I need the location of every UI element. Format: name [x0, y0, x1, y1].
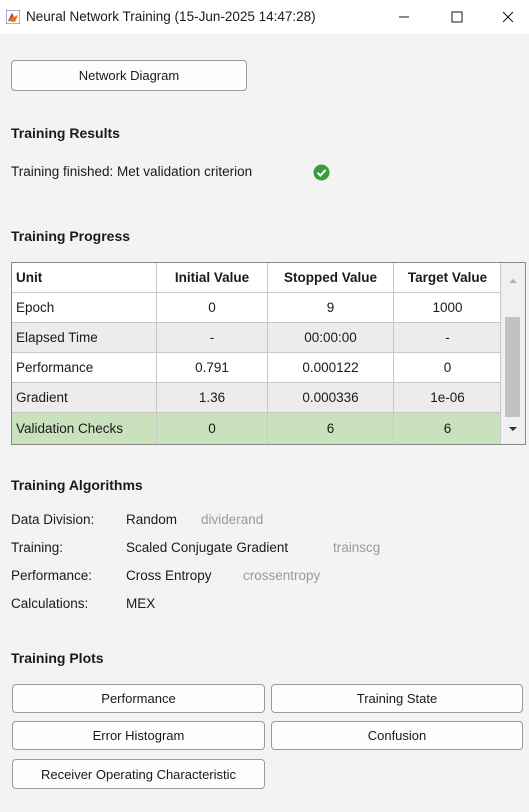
- table-row: Elapsed Time - 00:00:00 -: [12, 323, 502, 353]
- algo-value-calculations: MEX: [126, 596, 156, 611]
- training-results-heading: Training Results: [11, 125, 120, 141]
- row-target: 0: [394, 353, 502, 383]
- column-header-initial: Initial Value: [157, 263, 268, 293]
- table-row-highlighted: Validation Checks 0 6 6: [12, 413, 502, 444]
- table-row: Gradient 1.36 0.000336 1e-06: [12, 383, 502, 413]
- row-stopped: 0.000336: [268, 383, 394, 413]
- row-initial: -: [157, 323, 268, 353]
- row-initial: 0: [157, 413, 268, 443]
- column-header-stopped: Stopped Value: [268, 263, 394, 293]
- algo-func-training: trainscg: [333, 540, 381, 555]
- minimize-button[interactable]: [381, 0, 427, 34]
- column-header-target: Target Value: [394, 263, 502, 293]
- matlab-icon: [6, 10, 20, 24]
- row-stopped: 9: [268, 293, 394, 323]
- scrollbar-thumb[interactable]: [505, 317, 520, 417]
- algo-func-performance: crossentropy: [243, 568, 321, 583]
- algo-value-data-division: Random: [126, 512, 178, 527]
- table-scrollbar[interactable]: [500, 263, 525, 444]
- row-initial: 1.36: [157, 383, 268, 413]
- row-initial: 0: [157, 293, 268, 323]
- row-unit: Epoch: [12, 293, 157, 323]
- minimize-icon: [399, 16, 409, 18]
- row-unit: Elapsed Time: [12, 323, 157, 353]
- close-icon: [502, 11, 514, 23]
- row-unit: Gradient: [12, 383, 157, 413]
- training-progress-heading: Training Progress: [11, 228, 131, 244]
- close-button[interactable]: [487, 0, 529, 34]
- algo-value-training: Scaled Conjugate Gradient: [126, 540, 289, 555]
- check-circle-icon: [313, 164, 330, 181]
- window-title: Neural Network Training (15-Jun-2025 14:…: [26, 9, 316, 24]
- title-bar: Neural Network Training (15-Jun-2025 14:…: [0, 0, 529, 34]
- row-initial: 0.791: [157, 353, 268, 383]
- row-unit: Performance: [12, 353, 157, 383]
- maximize-button[interactable]: [434, 0, 480, 34]
- row-target: 1e-06: [394, 383, 502, 413]
- algo-label-training: Training:: [11, 540, 64, 555]
- network-diagram-button[interactable]: Network Diagram: [11, 60, 247, 91]
- training-plots-heading: Training Plots: [11, 650, 104, 666]
- roc-plot-button[interactable]: Receiver Operating Characteristic: [12, 759, 265, 789]
- row-stopped: 0.000122: [268, 353, 394, 383]
- row-stopped: 6: [268, 413, 394, 443]
- confusion-plot-button[interactable]: Confusion: [271, 721, 523, 750]
- algo-label-data-division: Data Division:: [11, 512, 95, 527]
- row-target: -: [394, 323, 502, 353]
- training-progress-table: Unit Initial Value Stopped Value Target …: [11, 262, 526, 445]
- training-state-plot-button[interactable]: Training State: [271, 684, 523, 713]
- table-header-row: Unit Initial Value Stopped Value Target …: [12, 263, 502, 293]
- row-stopped: 00:00:00: [268, 323, 394, 353]
- scroll-down-icon[interactable]: [507, 425, 519, 433]
- algo-label-performance: Performance:: [11, 568, 93, 583]
- algo-value-performance: Cross Entropy: [126, 568, 212, 583]
- scroll-up-icon[interactable]: [507, 277, 519, 285]
- row-target: 6: [394, 413, 502, 443]
- row-unit: Validation Checks: [12, 413, 157, 443]
- algo-func-data-division: dividerand: [201, 512, 264, 527]
- error-histogram-plot-button[interactable]: Error Histogram: [12, 721, 265, 750]
- maximize-icon: [451, 11, 463, 23]
- algo-label-calculations: Calculations:: [11, 596, 89, 611]
- column-header-unit: Unit: [12, 263, 157, 293]
- training-algorithms-heading: Training Algorithms: [11, 477, 143, 493]
- performance-plot-button[interactable]: Performance: [12, 684, 265, 713]
- table-row: Epoch 0 9 1000: [12, 293, 502, 323]
- training-status-text: Training finished: Met validation criter…: [11, 164, 253, 179]
- table-row: Performance 0.791 0.000122 0: [12, 353, 502, 383]
- row-target: 1000: [394, 293, 502, 323]
